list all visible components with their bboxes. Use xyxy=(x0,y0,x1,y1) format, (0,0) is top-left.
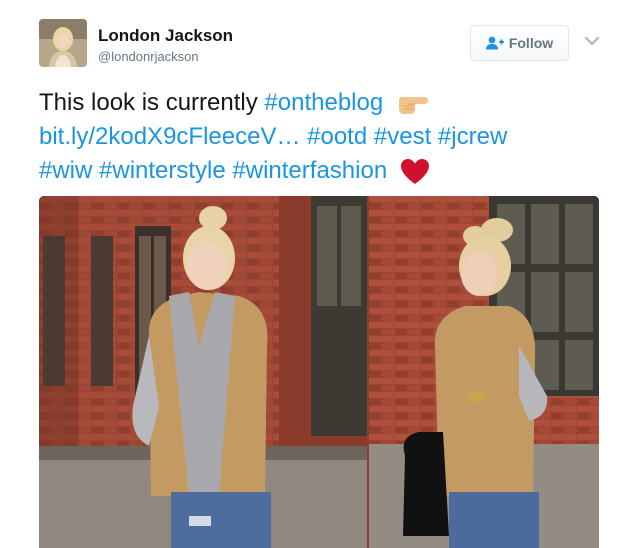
hashtag-vest[interactable]: #vest xyxy=(374,123,431,150)
tweet-lead-text: This look is currently xyxy=(39,89,258,116)
username-handle[interactable]: @londonrjackson xyxy=(98,49,199,64)
media-gallery[interactable] xyxy=(39,196,599,548)
tweet-link[interactable]: bit.ly/2kodX9cFleeceV… xyxy=(39,123,300,150)
avatar[interactable] xyxy=(39,19,87,67)
photo-left[interactable] xyxy=(39,196,367,548)
hashtag-ootd[interactable]: #ootd xyxy=(307,123,367,150)
hashtag-ontheblog[interactable]: #ontheblog xyxy=(264,89,383,116)
follow-button[interactable]: Follow xyxy=(470,25,569,61)
red-heart-emoji xyxy=(400,158,429,184)
hashtag-winterfashion[interactable]: #winterfashion xyxy=(232,157,387,184)
hashtag-winterstyle[interactable]: #winterstyle xyxy=(99,157,226,184)
chevron-down-icon[interactable] xyxy=(584,35,600,47)
profile-photo xyxy=(39,19,87,67)
add-user-icon xyxy=(485,36,504,50)
photo-right[interactable] xyxy=(369,196,599,548)
pointing-hand-emoji xyxy=(398,96,428,114)
hashtag-wiw[interactable]: #wiw xyxy=(39,157,92,184)
tweet-card: London Jackson @londonrjackson Follow Th… xyxy=(0,0,639,548)
hashtag-jcrew[interactable]: #jcrew xyxy=(438,123,507,150)
tweet-text: This look is currently #ontheblog bit.ly… xyxy=(39,86,619,188)
follow-label: Follow xyxy=(508,35,554,51)
display-name[interactable]: London Jackson xyxy=(98,26,233,46)
